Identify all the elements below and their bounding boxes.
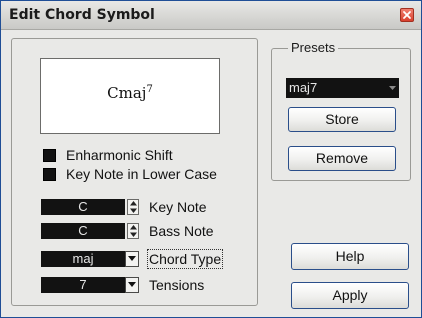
chord-type-field[interactable]: maj	[41, 251, 125, 267]
key-note-spinner[interactable]	[127, 199, 139, 215]
edit-chord-symbol-dialog: Edit Chord Symbol Cmaj7 Enharmonic Shift…	[0, 0, 422, 318]
checkbox-box[interactable]	[43, 149, 56, 162]
chevron-down-icon	[128, 282, 136, 287]
chord-extension: 7	[146, 84, 153, 95]
chevron-down-icon	[389, 86, 396, 90]
chord-type-label: Chord Type	[146, 249, 224, 269]
tensions-dropdown-button[interactable]	[125, 277, 139, 293]
apply-button[interactable]: Apply	[291, 282, 409, 309]
bass-note-spinner[interactable]	[127, 223, 139, 239]
presets-select[interactable]: maj7	[286, 78, 399, 98]
up-down-arrows-icon	[130, 201, 137, 213]
chord-type-dropdown-button[interactable]	[125, 251, 139, 267]
help-button[interactable]: Help	[291, 243, 409, 270]
remove-button[interactable]: Remove	[288, 146, 396, 171]
tensions-label: Tensions	[149, 277, 205, 293]
tensions-field[interactable]: 7	[41, 277, 125, 293]
title-bar[interactable]: Edit Chord Symbol	[1, 1, 421, 30]
close-button[interactable]	[400, 8, 414, 22]
chord-preview-text: Cmaj7	[41, 84, 219, 102]
chord-root: Cmaj	[107, 84, 147, 102]
key-note-field[interactable]: C	[41, 199, 125, 215]
key-note-lowercase-label: Key Note in Lower Case	[66, 166, 217, 182]
window-title: Edit Chord Symbol	[9, 7, 155, 23]
bass-note-label: Bass Note	[149, 223, 214, 239]
close-icon	[403, 11, 411, 19]
enharmonic-shift-label: Enharmonic Shift	[66, 147, 173, 163]
presets-legend: Presets	[288, 40, 339, 55]
presets-selected-value: maj7	[289, 80, 318, 95]
chevron-down-icon	[128, 256, 136, 261]
store-button[interactable]: Store	[288, 107, 396, 132]
key-note-label: Key Note	[149, 199, 207, 215]
bass-note-field[interactable]: C	[41, 223, 125, 239]
chord-preview: Cmaj7	[40, 58, 220, 134]
checkbox-box[interactable]	[43, 168, 56, 181]
up-down-arrows-icon	[130, 225, 137, 237]
